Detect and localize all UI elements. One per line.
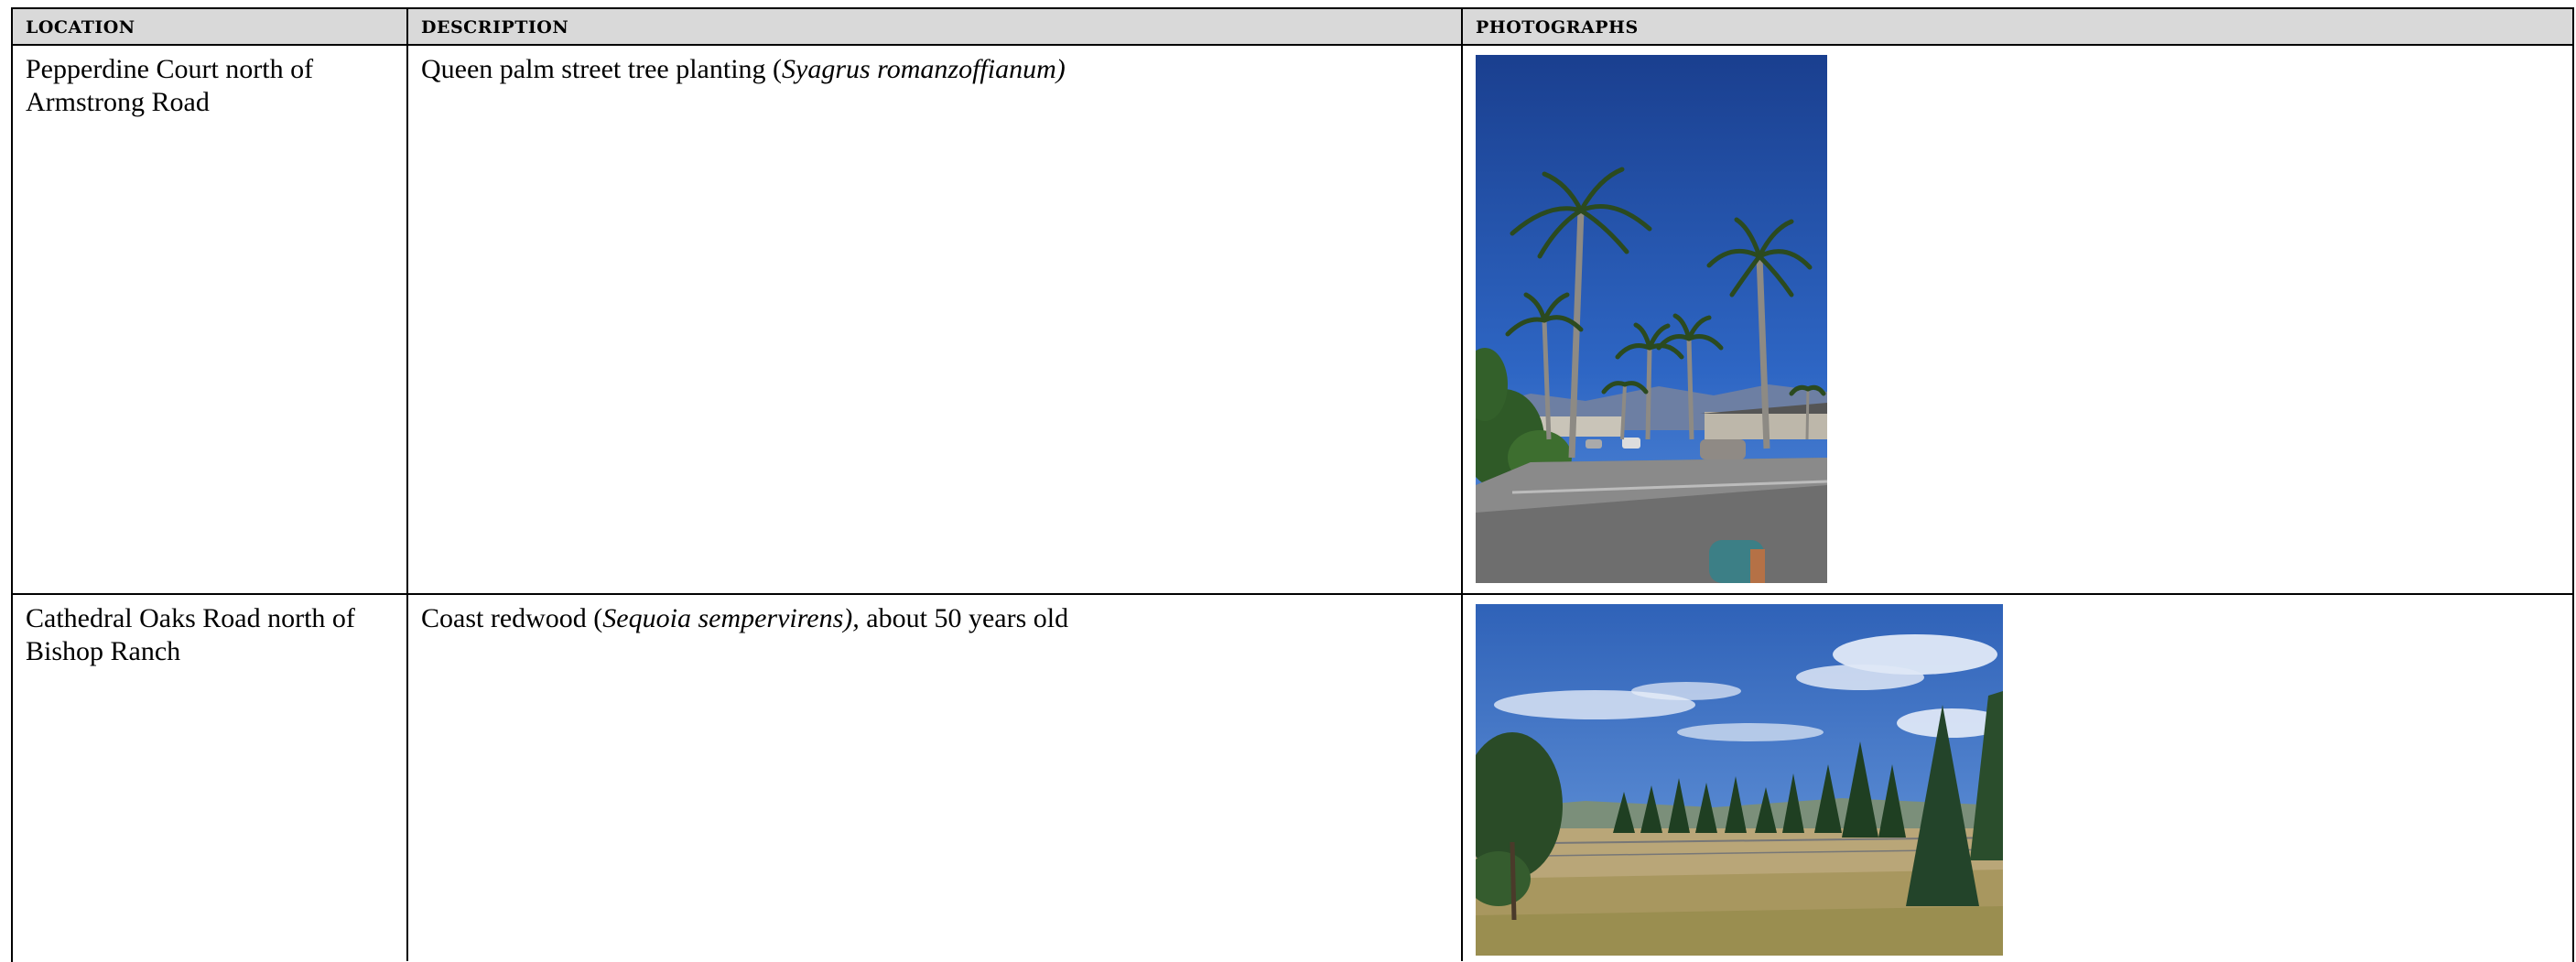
header-photographs: PHOTOGRAPHS [1476, 17, 1639, 38]
table-header-row: LOCATION DESCRIPTION PHOTOGRAPHS [13, 9, 2572, 46]
redwood-trees-field-photo [1476, 604, 2003, 956]
location-text: Pepperdine Court north of Armstrong Road [26, 54, 314, 117]
species-name: Syagrus romanzoffianum) [782, 54, 1066, 84]
table-row: Pepperdine Court north of Armstrong Road… [13, 46, 2572, 595]
photo-cell [1463, 46, 2572, 593]
description-prefix: Queen palm street tree planting ( [421, 54, 783, 84]
header-location: LOCATION [13, 9, 408, 44]
description-cell: Queen palm street tree planting (Syagrus… [408, 46, 1463, 593]
location-text: Cathedral Oaks Road north of Bishop Ranc… [26, 603, 355, 666]
description-cell: Coast redwood (Sequoia sempervirens), ab… [408, 595, 1463, 961]
tree-inventory-table: LOCATION DESCRIPTION PHOTOGRAPHS Pepperd… [11, 7, 2574, 962]
species-name: Sequoia sempervirens), [602, 603, 860, 633]
header-description: DESCRIPTION [408, 9, 1463, 44]
palm-trees-street-photo [1476, 55, 1827, 583]
description-suffix: about 50 years old [859, 603, 1069, 633]
location-cell: Cathedral Oaks Road north of Bishop Ranc… [13, 595, 408, 961]
description-prefix: Coast redwood ( [421, 603, 603, 633]
table-row: Cathedral Oaks Road north of Bishop Ranc… [13, 595, 2572, 961]
photo-cell [1463, 595, 2572, 961]
location-cell: Pepperdine Court north of Armstrong Road [13, 46, 408, 593]
